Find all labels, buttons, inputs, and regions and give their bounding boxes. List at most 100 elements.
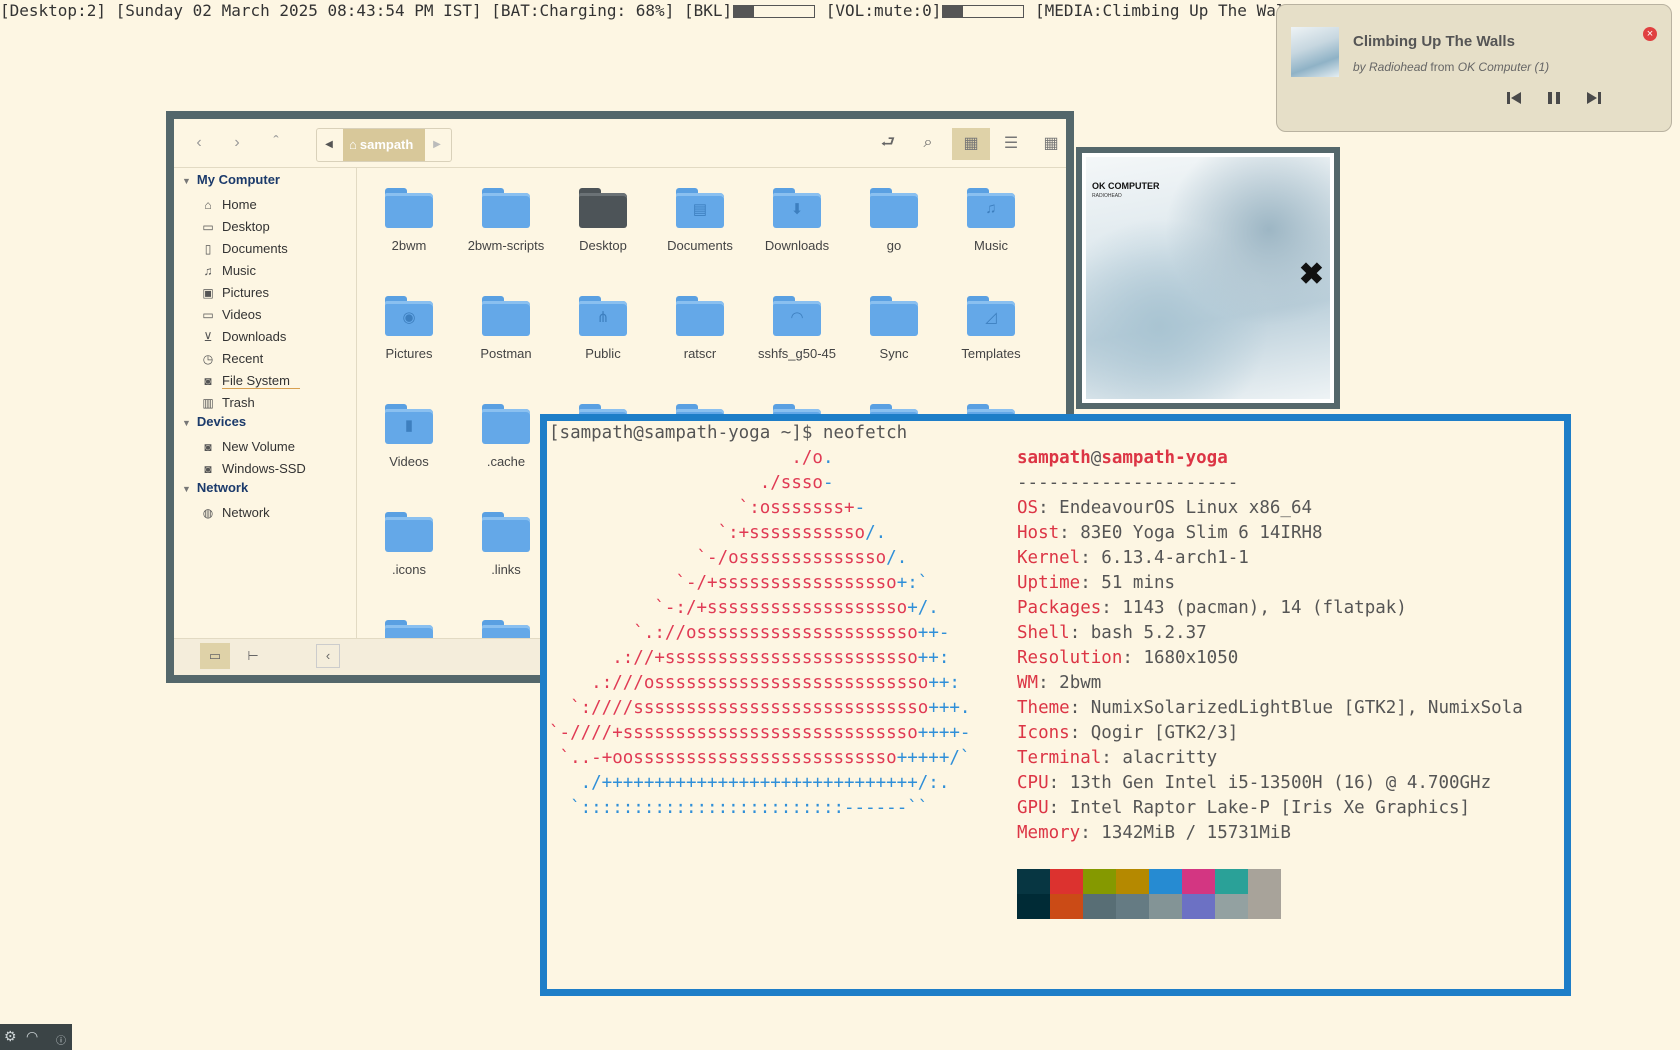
at-sign: @ bbox=[1090, 448, 1102, 468]
file-item[interactable]: ◉ Pictures bbox=[359, 296, 459, 361]
forward-icon[interactable]: › bbox=[224, 130, 250, 156]
sidebar-item-windows-ssd[interactable]: ◙ Windows-SSD bbox=[200, 458, 305, 480]
sidebar-item-network[interactable]: ◍ Network bbox=[200, 502, 270, 524]
logo-line: `-/ossssssssssssso/. bbox=[696, 548, 908, 568]
file-item[interactable]: ◿ Templates bbox=[941, 296, 1041, 361]
file-item[interactable]: ⋔ Public bbox=[553, 296, 653, 361]
sidebar-item-label: Pictures bbox=[222, 285, 269, 300]
info-value: Qogir [GTK2/3] bbox=[1090, 723, 1239, 743]
toggle-location-icon[interactable]: ⮐ bbox=[875, 130, 901, 156]
file-item[interactable]: ◠ sshfs_g50-45 bbox=[747, 296, 847, 361]
show-tree-icon[interactable]: ⊢ bbox=[238, 643, 268, 669]
folder-icon: ▤ bbox=[676, 188, 724, 228]
pause-icon[interactable] bbox=[1543, 87, 1565, 109]
volume-meter bbox=[942, 5, 1025, 18]
info-row-os: OS: EndeavourOS Linux x86_64 bbox=[1017, 498, 1313, 518]
info-value: alacritty bbox=[1122, 748, 1218, 768]
sidebar-item-new-volume[interactable]: ◙ New Volume bbox=[200, 436, 295, 458]
sidebar-item-desktop[interactable]: ▭ Desktop bbox=[200, 216, 269, 238]
info-row-icons: Icons: Qogir [GTK2/3] bbox=[1017, 723, 1239, 743]
palette-swatch bbox=[1050, 869, 1083, 894]
info-key: Host bbox=[1017, 523, 1060, 543]
compact-view-icon[interactable]: ▦ bbox=[1032, 128, 1070, 160]
sidebar-section-my_computer[interactable]: ▼ My Computer bbox=[182, 172, 280, 187]
file-item[interactable]: 2bwm bbox=[359, 188, 459, 253]
sidebar-item-trash[interactable]: ▥ Trash bbox=[200, 392, 254, 414]
list-view-icon[interactable]: ☰ bbox=[992, 128, 1030, 160]
back-icon[interactable]: ‹ bbox=[186, 130, 212, 156]
path-right-icon[interactable]: ▶ bbox=[425, 132, 449, 158]
sidebar-section-devices[interactable]: ▼ Devices bbox=[182, 414, 246, 429]
palette-swatch bbox=[1017, 869, 1050, 894]
file-item[interactable]: ▮ Videos bbox=[359, 404, 459, 469]
file-item[interactable]: Desktop bbox=[553, 188, 653, 253]
sidebar-item-label: Recent bbox=[222, 351, 264, 366]
info-row-resolution: Resolution: 1680x1050 bbox=[1017, 648, 1239, 668]
sidebar-item-videos[interactable]: ▭ Videos bbox=[200, 304, 261, 326]
sidebar-item-downloads[interactable]: ⊻ Downloads bbox=[200, 326, 287, 348]
sidebar-item-home[interactable]: ⌂ Home bbox=[200, 194, 256, 216]
sidebar-item-file-system[interactable]: ◙ File System bbox=[200, 370, 300, 392]
file-item[interactable]: ⬇ Downloads bbox=[747, 188, 847, 253]
hide-sidebar-icon[interactable]: ‹ bbox=[316, 644, 340, 668]
folder-icon bbox=[385, 512, 433, 552]
file-item[interactable]: go bbox=[844, 188, 944, 253]
sidebar-item-pictures[interactable]: ▣ Pictures bbox=[200, 282, 269, 304]
network-icon: ◍ bbox=[202, 506, 214, 520]
info-key: OS bbox=[1017, 498, 1039, 518]
logo-line: `-/+sssssssssssssssso+:` bbox=[675, 573, 929, 593]
logo-line: `..-+oosssssssssssssssssssssssso+++++/` bbox=[559, 748, 971, 768]
sidebar-item-documents[interactable]: ▯ Documents bbox=[200, 238, 288, 260]
expander-icon[interactable]: ▼ bbox=[182, 418, 191, 428]
path-left-icon[interactable]: ◀ bbox=[317, 132, 341, 158]
path-bar: ◀ ⌂ sampath ▶ bbox=[316, 128, 452, 162]
folder-icon bbox=[385, 620, 433, 639]
file-item-label: Templates bbox=[961, 346, 1021, 361]
expander-icon[interactable]: ▼ bbox=[182, 176, 191, 186]
search-icon[interactable]: ⌕ bbox=[915, 130, 941, 156]
drive-icon: ◙ bbox=[204, 462, 212, 476]
settings-icon[interactable]: ⚙ bbox=[4, 1028, 17, 1045]
recent-icon: ◷ bbox=[202, 352, 214, 366]
file-item[interactable]: Sync bbox=[844, 296, 944, 361]
info-icon[interactable]: ⓘ bbox=[56, 1032, 66, 1047]
info-key: Icons bbox=[1017, 723, 1070, 743]
file-item-label: Music bbox=[974, 238, 1008, 253]
file-item[interactable]: .icons bbox=[359, 512, 459, 577]
logo-line: `:+sssssssssso/. bbox=[717, 523, 887, 543]
file-item-label: go bbox=[886, 238, 902, 253]
file-item[interactable]: ♫ Music bbox=[941, 188, 1041, 253]
next-icon[interactable] bbox=[1583, 87, 1605, 109]
close-icon[interactable]: × bbox=[1643, 27, 1657, 41]
info-row-kernel: Kernel: 6.13.4-arch1-1 bbox=[1017, 548, 1249, 568]
wifi-icon[interactable]: ◠ bbox=[26, 1028, 38, 1045]
file-item[interactable]: ▤ Documents bbox=[650, 188, 750, 253]
info-value: 1143 (pacman), 14 (flatpak) bbox=[1122, 598, 1407, 618]
sidebar-item-label: New Volume bbox=[222, 439, 295, 454]
system-tray: ⚙ ◠ ⓘ bbox=[0, 1024, 72, 1050]
icon-view-icon[interactable]: ▦ bbox=[952, 128, 990, 160]
terminal-window[interactable]: [sampath@sampath-yoga ~]$ neofetch ./o. … bbox=[540, 414, 1571, 996]
up-icon[interactable]: ˆ bbox=[263, 130, 289, 156]
expander-icon[interactable]: ▼ bbox=[182, 484, 191, 494]
show-places-icon[interactable]: ▭ bbox=[200, 643, 230, 669]
path-segment-home[interactable]: ⌂ sampath bbox=[343, 129, 425, 161]
folder-icon: ◿ bbox=[967, 296, 1015, 336]
file-item-label: Sync bbox=[879, 346, 909, 361]
folder-icon: ♫ bbox=[967, 188, 1015, 228]
user-host: sampath@sampath-yoga bbox=[1017, 446, 1523, 471]
sidebar-section-network[interactable]: ▼ Network bbox=[182, 480, 248, 495]
file-item-partial[interactable] bbox=[359, 620, 459, 639]
sidebar-item-music[interactable]: ♫ Music bbox=[200, 260, 256, 282]
videos-icon: ▭ bbox=[202, 308, 214, 322]
previous-icon[interactable] bbox=[1503, 87, 1525, 109]
info-row-uptime: Uptime: 51 mins bbox=[1017, 573, 1176, 593]
file-item[interactable]: Postman bbox=[456, 296, 556, 361]
sidebar-item-label: File System bbox=[222, 373, 300, 389]
palette-swatch bbox=[1215, 894, 1248, 919]
file-item[interactable]: 2bwm-scripts bbox=[456, 188, 556, 253]
file-item[interactable]: ratscr bbox=[650, 296, 750, 361]
sidebar-item-recent[interactable]: ◷ Recent bbox=[200, 348, 263, 370]
pictures-icon: ▣ bbox=[202, 286, 214, 300]
drive-icon: ◙ bbox=[204, 440, 212, 454]
